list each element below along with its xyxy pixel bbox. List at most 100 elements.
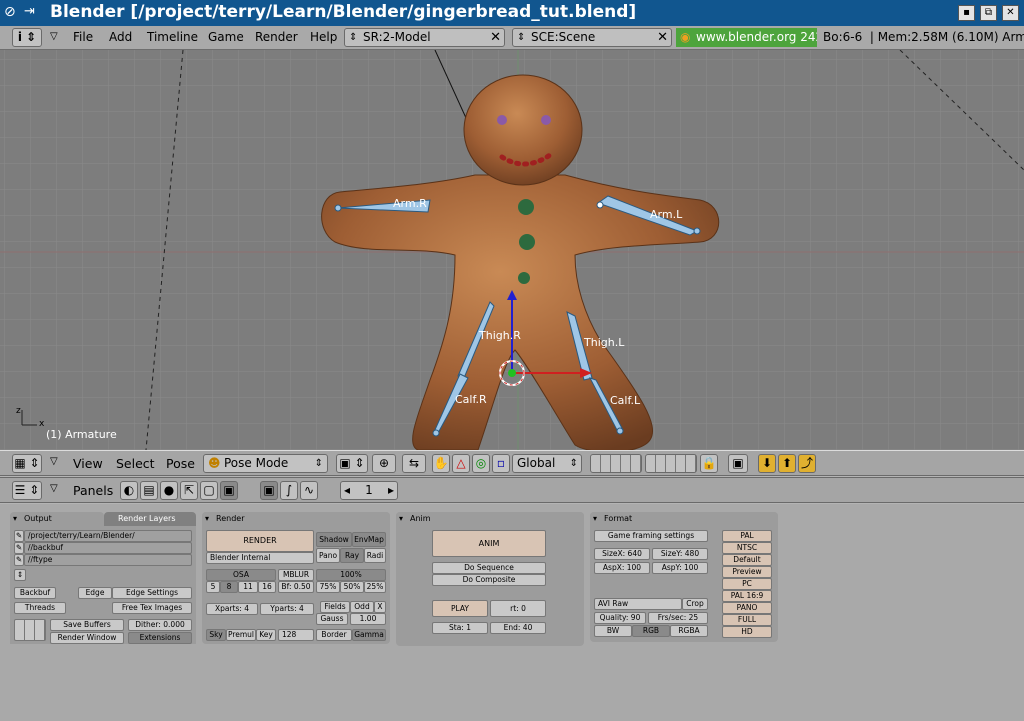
menu-select[interactable]: Select — [116, 456, 155, 471]
pivot-selector[interactable]: ⊕ — [372, 454, 396, 473]
aspx-field[interactable]: AspX: 100 — [594, 562, 650, 574]
menu-game[interactable]: Game — [208, 30, 244, 44]
anim-button[interactable]: ANIM — [432, 530, 546, 557]
screen-delete-icon[interactable]: ✕ — [490, 29, 501, 46]
minimize-button[interactable]: ▪ — [958, 5, 975, 21]
editor-type-info-icon[interactable]: i ⇕ — [12, 28, 42, 47]
mblur-toggle[interactable]: MBLUR — [278, 569, 314, 581]
border-toggle[interactable]: Border — [316, 629, 352, 641]
menu-pose[interactable]: Pose — [166, 456, 195, 471]
rt-field[interactable]: rt: 0 — [490, 600, 546, 617]
collapse-menu-icon[interactable]: ▽ — [50, 483, 58, 494]
render-buttons-icon[interactable]: ▣ — [260, 481, 278, 500]
shadow-toggle[interactable]: Shadow — [316, 532, 352, 547]
preset-preview[interactable]: Preview — [722, 566, 772, 578]
filter-size-field[interactable]: 1.00 — [350, 613, 386, 625]
menu-render[interactable]: Render — [255, 30, 298, 44]
pano-toggle[interactable]: Pano — [316, 548, 340, 563]
sizey-field[interactable]: SizeY: 480 — [652, 548, 708, 560]
collapse-menu-icon[interactable]: ▽ — [50, 31, 58, 42]
preset-ntsc[interactable]: NTSC — [722, 542, 772, 554]
folder-icon[interactable]: ✎ — [14, 530, 24, 542]
renderer-selector[interactable]: Blender Internal — [206, 552, 314, 564]
do-sequence-toggle[interactable]: Do Sequence — [432, 562, 546, 574]
file-format-selector[interactable]: AVI Raw — [594, 598, 682, 610]
folder-icon[interactable]: ✎ — [14, 554, 24, 566]
ray-toggle[interactable]: Ray — [340, 548, 364, 563]
layer-buttons-group-1[interactable] — [590, 454, 642, 473]
render-output-path[interactable]: /project/terry/Learn/Blender/ — [24, 530, 192, 542]
scene-link-toggle[interactable]: ⇕ — [14, 569, 26, 581]
gamma-toggle[interactable]: Gamma — [352, 629, 386, 641]
draw-type-selector[interactable]: ▣ ⇕ — [336, 454, 368, 473]
osa-11-toggle[interactable]: 11 — [238, 581, 258, 593]
orientation-value[interactable]: Global — [517, 456, 555, 470]
menu-view[interactable]: View — [73, 456, 103, 471]
x-toggle[interactable]: X — [374, 601, 386, 613]
editor-type-buttons-icon[interactable]: ☰ ⇕ — [12, 481, 42, 500]
free-tex-images-toggle[interactable]: Free Tex Images — [112, 602, 192, 614]
sizex-field[interactable]: SizeX: 640 — [594, 548, 650, 560]
panel-collapse-icon[interactable]: ▾ — [399, 512, 403, 526]
preset-default[interactable]: Default — [722, 554, 772, 566]
mode-value[interactable]: Pose Mode — [224, 456, 288, 470]
backbuf-path[interactable]: //backbuf — [24, 542, 192, 554]
threads-toggle[interactable]: Threads — [14, 602, 66, 614]
manipulator-toggle-hand-icon[interactable]: ✋ — [432, 454, 450, 473]
key-toggle[interactable]: Key — [256, 629, 276, 641]
rgb-toggle[interactable]: RGB — [632, 625, 670, 637]
blur-factor-field[interactable]: Bf: 0.50 — [278, 581, 314, 593]
render-button[interactable]: RENDER — [206, 530, 314, 552]
size-25-toggle[interactable]: 25% — [364, 581, 386, 593]
sound-buttons-icon[interactable]: ∿ — [300, 481, 318, 500]
game-framing-settings-button[interactable]: Game framing settings — [594, 530, 708, 542]
sky-toggle[interactable]: Sky — [206, 629, 226, 641]
panel-collapse-icon[interactable]: ▾ — [13, 512, 17, 526]
edge-settings-button[interactable]: Edge Settings — [112, 587, 192, 599]
folder-icon[interactable]: ✎ — [14, 542, 24, 554]
lock-layers-icon[interactable]: 🔒 — [700, 454, 718, 473]
scene-name[interactable]: SCE:Scene — [531, 30, 595, 44]
current-frame-value[interactable]: 1 — [365, 483, 373, 497]
maximize-button[interactable]: ⧉ — [980, 5, 997, 21]
scene-delete-icon[interactable]: ✕ — [657, 29, 668, 46]
bits-selector[interactable]: 128 — [278, 629, 314, 641]
current-frame-field[interactable]: ◂ 1 ▸ — [340, 481, 398, 500]
ftype-path[interactable]: //ftype — [24, 554, 192, 566]
pin-icon[interactable]: ⇥ — [24, 4, 35, 19]
extensions-toggle[interactable]: Extensions — [128, 632, 192, 644]
fields-toggle[interactable]: Fields — [320, 601, 350, 613]
start-frame-field[interactable]: Sta: 1 — [432, 622, 488, 634]
play-button[interactable]: PLAY — [432, 600, 488, 617]
tab-output[interactable]: ▾ Output — [10, 512, 104, 526]
preset-pano[interactable]: PANO — [722, 602, 772, 614]
shading-context-icon[interactable]: ● — [160, 481, 178, 500]
rgba-toggle[interactable]: RGBA — [670, 625, 708, 637]
manipulator-rotate-icon[interactable]: ◎ — [472, 454, 490, 473]
save-buffers-toggle[interactable]: Save Buffers — [50, 619, 124, 631]
size-50-toggle[interactable]: 50% — [340, 581, 364, 593]
render-preview-icon[interactable]: ▣ — [728, 454, 748, 473]
osa-5-toggle[interactable]: 5 — [206, 581, 220, 593]
do-composite-toggle[interactable]: Do Composite — [432, 574, 546, 586]
mode-selector[interactable]: ☻ Pose Mode ⇕ — [203, 454, 328, 473]
close-button[interactable]: ✕ — [1002, 5, 1019, 21]
menu-add[interactable]: Add — [109, 30, 132, 44]
script-context-icon[interactable]: ▤ — [140, 481, 158, 500]
frame-increment-icon[interactable]: ▸ — [388, 482, 394, 499]
manipulator-scale-icon[interactable]: ▫ — [492, 454, 510, 473]
fps-field[interactable]: Frs/sec: 25 — [648, 612, 708, 624]
size-75-toggle[interactable]: 75% — [316, 581, 340, 593]
editing-context-icon[interactable]: ▢ — [200, 481, 218, 500]
menu-file[interactable]: File — [73, 30, 93, 44]
scene-selector[interactable]: ⇕ SCE:Scene ✕ — [512, 28, 672, 47]
edge-toggle[interactable]: Edge — [78, 587, 112, 599]
render-window-position-grid[interactable] — [14, 619, 46, 641]
dither-field[interactable]: Dither: 0.000 — [128, 619, 192, 631]
xparts-field[interactable]: Xparts: 4 — [206, 603, 258, 615]
frame-decrement-icon[interactable]: ◂ — [344, 482, 350, 499]
logic-context-icon[interactable]: ◐ — [120, 481, 138, 500]
render-window-selector[interactable]: Render Window — [50, 632, 124, 644]
3d-viewport[interactable]: Arm.R Arm.L Thigh.R Thigh.L Calf.R Calf.… — [0, 50, 1024, 450]
backbuf-toggle[interactable]: Backbuf — [14, 587, 56, 599]
